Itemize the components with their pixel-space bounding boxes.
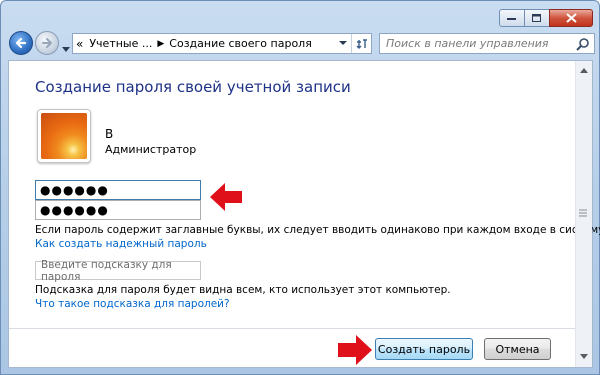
new-password-field[interactable]: ●●●●●● xyxy=(35,180,201,200)
search-icon[interactable] xyxy=(576,37,590,54)
close-icon[interactable] xyxy=(549,9,593,27)
cancel-button[interactable]: Отмена xyxy=(484,338,551,360)
search-input[interactable]: Поиск в панели управления xyxy=(379,33,595,54)
confirm-password-field[interactable]: ●●●●●● xyxy=(35,200,201,220)
page-title: Создание пароля своей учетной записи xyxy=(35,78,351,96)
vertical-scrollbar[interactable] xyxy=(575,61,592,367)
address-bar[interactable]: « Учетные ... ▶ Создание своего пароля xyxy=(72,33,372,54)
address-overflow-chevron[interactable]: « xyxy=(73,37,86,51)
back-arrow-icon[interactable] xyxy=(9,31,33,55)
hint-placeholder: Введите подсказку для пароля xyxy=(41,258,172,283)
caption-buttons xyxy=(499,9,593,27)
scroll-grip-icon[interactable] xyxy=(578,202,588,217)
avatar xyxy=(37,109,91,163)
password-hint-field[interactable]: Введите подсказку для пароля xyxy=(35,258,201,283)
scroll-up-icon[interactable] xyxy=(579,65,589,75)
recent-pages-dropdown-icon[interactable] xyxy=(62,38,70,57)
maximize-icon[interactable] xyxy=(524,9,550,27)
content-pane: Создание пароля своей учетной записи В А… xyxy=(8,60,600,368)
forward-arrow-icon[interactable] xyxy=(35,31,59,55)
user-name: В xyxy=(105,127,114,141)
crumb-separator-icon[interactable]: ▶ xyxy=(155,39,166,49)
hint-help-link[interactable]: Что такое подсказка для паролей? xyxy=(35,298,230,310)
minimize-icon[interactable] xyxy=(499,9,525,27)
search-placeholder: Поиск в панели управления xyxy=(386,37,549,50)
red-arrow-icon xyxy=(210,183,242,211)
control-panel-window: « Учетные ... ▶ Создание своего пароля П… xyxy=(0,0,600,375)
user-role: Администратор xyxy=(105,143,197,156)
caps-note: Если пароль содержит заглавные буквы, их… xyxy=(35,224,600,236)
address-crumb-create-password[interactable]: Создание своего пароля xyxy=(166,37,315,50)
address-dropdown-icon[interactable] xyxy=(335,34,351,53)
red-arrow-icon xyxy=(338,335,372,365)
flower-picture-icon xyxy=(41,113,87,159)
refresh-icon[interactable] xyxy=(351,34,371,53)
create-password-button[interactable]: Создать пароль xyxy=(375,338,473,360)
address-crumb-accounts[interactable]: Учетные ... xyxy=(86,37,155,50)
navigation-bar: « Учетные ... ▶ Создание своего пароля П… xyxy=(7,30,595,58)
divider xyxy=(9,328,575,329)
strong-password-link[interactable]: Как создать надежный пароль xyxy=(35,238,207,250)
scroll-down-icon[interactable] xyxy=(579,351,589,361)
hint-note: Подсказка для пароля будет видна всем, к… xyxy=(35,284,451,296)
